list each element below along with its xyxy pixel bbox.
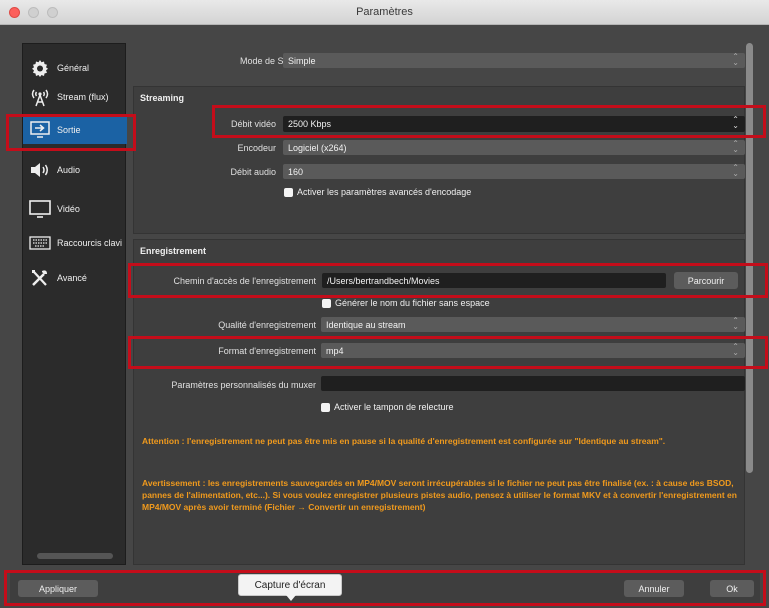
muxer-settings-label: Paramètres personnalisés du muxer	[171, 380, 316, 390]
checkbox-box[interactable]	[321, 402, 330, 412]
cancel-button[interactable]: Annuler	[624, 580, 684, 597]
recording-path-input[interactable]: /Users/bertrandbech/Movies	[322, 273, 666, 288]
content-scrollbar[interactable]	[746, 43, 753, 473]
recording-section: Enregistrement Chemin d'accès de l'enreg…	[133, 239, 745, 565]
settings-sidebar: Général Stream (flux) Sortie Audio Vidéo…	[22, 43, 127, 565]
checkbox-label: Générer le nom du fichier sans espace	[335, 298, 490, 308]
recording-format-select[interactable]: mp4 ⌃ ⌄	[321, 343, 745, 358]
sidebar-item-label: Stream (flux)	[57, 92, 109, 102]
recording-format-label: Format d'enregistrement	[218, 346, 316, 356]
sidebar-scrollbar[interactable]	[37, 553, 113, 559]
audio-bitrate-select[interactable]: 160 ⌃ ⌄	[283, 164, 745, 179]
speaker-icon	[29, 160, 51, 180]
checkbox-label: Activer le tampon de relecture	[334, 402, 454, 412]
checkbox-box[interactable]	[284, 187, 293, 197]
video-bitrate-label: Débit vidéo	[230, 119, 276, 129]
replay-buffer-checkbox[interactable]: Activer le tampon de relecture	[321, 402, 454, 412]
video-bitrate-spinbox[interactable]: 2500 Kbps ⌃ ⌄	[283, 116, 745, 132]
output-mode-value: Simple	[288, 55, 316, 66]
output-icon	[29, 120, 51, 140]
tools-icon	[29, 268, 51, 288]
sidebar-item-label: Audio	[57, 165, 81, 175]
sidebar-item-audio[interactable]: Audio	[23, 156, 127, 184]
ok-button[interactable]: Ok	[710, 580, 754, 597]
output-mode-select[interactable]: Simple ⌃ ⌄	[283, 53, 745, 68]
video-bitrate-value: 2500 Kbps	[288, 119, 332, 129]
stepper-icon[interactable]: ⌃ ⌄	[732, 116, 739, 130]
sidebar-item-hotkeys[interactable]: Raccourcis clavi	[23, 229, 127, 257]
chevron-updown-icon: ⌃ ⌄	[732, 342, 739, 357]
monitor-icon	[29, 199, 51, 219]
sidebar-item-label: Raccourcis clavi	[57, 238, 123, 248]
audio-bitrate-label: Débit audio	[230, 167, 276, 177]
sidebar-item-advanced[interactable]: Avancé	[23, 264, 127, 292]
chevron-updown-icon: ⌃ ⌄	[732, 139, 739, 154]
sidebar-item-stream[interactable]: Stream (flux)	[23, 83, 127, 111]
tooltip-arrow	[286, 595, 296, 601]
sidebar-item-video[interactable]: Vidéo	[23, 195, 127, 223]
encoder-label: Encodeur	[237, 143, 276, 153]
chevron-updown-icon: ⌃ ⌄	[732, 163, 739, 178]
apply-button[interactable]: Appliquer	[18, 580, 98, 597]
sidebar-item-general[interactable]: Général	[23, 54, 127, 82]
no-space-filename-checkbox[interactable]: Générer le nom du fichier sans espace	[322, 298, 490, 308]
advanced-encoding-checkbox[interactable]: Activer les paramètres avancés d'encodag…	[284, 187, 471, 197]
settings-content: Mode de Sortie Simple ⌃ ⌄ Streaming Débit…	[133, 43, 745, 565]
recording-path-label: Chemin d'accès de l'enregistrement	[173, 276, 316, 286]
browse-button[interactable]: Parcourir	[674, 272, 738, 289]
sidebar-item-label: Vidéo	[57, 204, 80, 214]
recording-format-value: mp4	[326, 345, 344, 356]
streaming-title: Streaming	[140, 93, 185, 103]
checkbox-label: Activer les paramètres avancés d'encodag…	[297, 187, 472, 197]
recording-quality-value: Identique au stream	[326, 319, 406, 330]
sidebar-item-label: Sortie	[57, 125, 81, 135]
output-mode-label: Mode de Sortie	[239, 56, 301, 66]
pause-warning-text: Attention : l'enregistrement ne peut pas…	[142, 436, 666, 446]
recording-title: Enregistrement	[140, 246, 207, 256]
streaming-section: Streaming Débit vidéo 2500 Kbps ⌃ ⌄ Encod…	[133, 86, 745, 234]
title-bar: Paramètres	[0, 0, 769, 25]
muxer-settings-input[interactable]	[321, 376, 745, 391]
recording-quality-select[interactable]: Identique au stream ⌃ ⌄	[321, 317, 745, 332]
mp4-warning-text: Avertissement : les enregistrements sauv…	[142, 478, 737, 512]
recording-path-value: /Users/bertrandbech/Movies	[327, 275, 440, 286]
chevron-updown-icon: ⌃ ⌄	[732, 316, 739, 331]
chevron-updown-icon: ⌃ ⌄	[732, 52, 739, 67]
broadcast-icon	[29, 87, 51, 107]
encoder-value: Logiciel (x264)	[288, 142, 347, 153]
audio-bitrate-value: 160	[288, 166, 304, 177]
keyboard-icon	[29, 233, 51, 253]
window-title: Paramètres	[356, 6, 413, 18]
encoder-select[interactable]: Logiciel (x264) ⌃ ⌄	[283, 140, 745, 155]
sidebar-item-output[interactable]: Sortie	[23, 116, 127, 144]
sidebar-item-label: Général	[57, 63, 90, 73]
screenshot-tooltip: Capture d'écran	[238, 574, 342, 596]
footer-bar: Appliquer Annuler Ok	[10, 573, 760, 604]
sidebar-item-label: Avancé	[57, 273, 87, 283]
recording-quality-label: Qualité d'enregistrement	[218, 320, 316, 330]
checkbox-box[interactable]	[322, 298, 331, 308]
gear-icon	[29, 58, 51, 78]
